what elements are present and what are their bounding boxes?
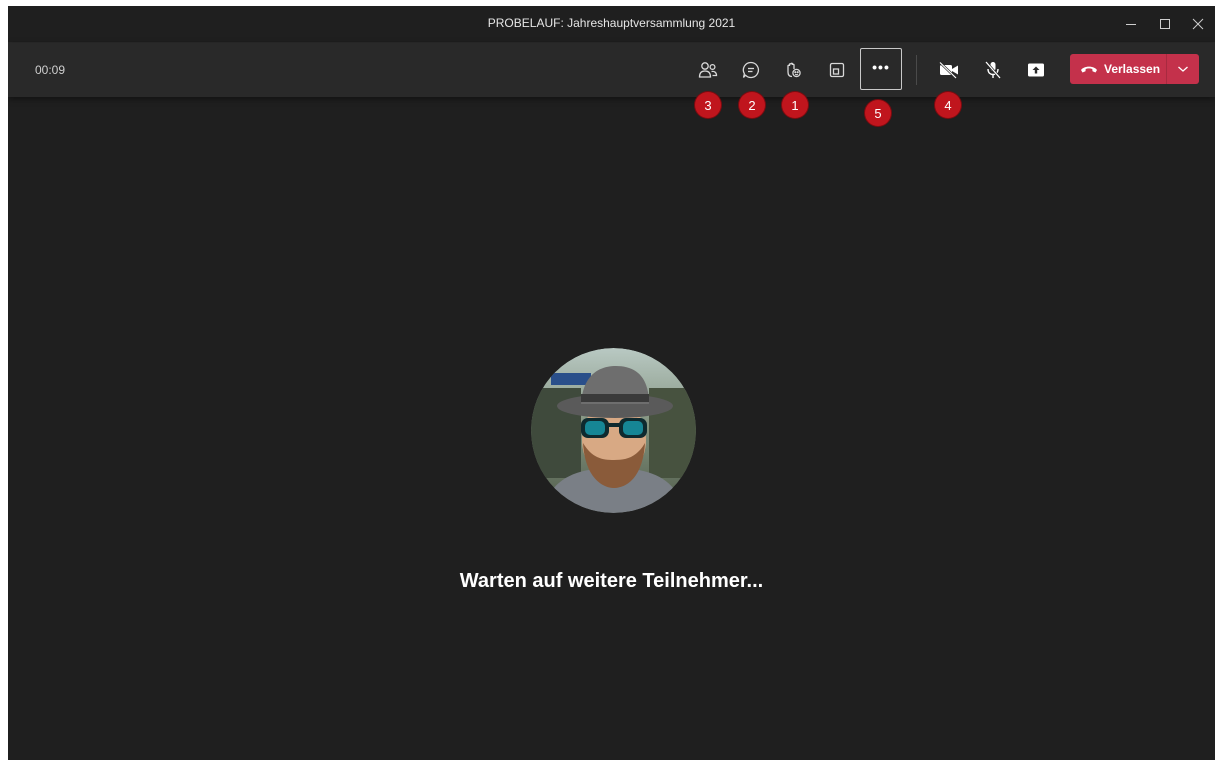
- marker-raise-hand: 1: [782, 92, 808, 118]
- camera-off-icon: [939, 61, 958, 79]
- leave-label: Verlassen: [1104, 62, 1161, 76]
- breakout-rooms-icon: [829, 62, 845, 78]
- call-timer: 00:09: [35, 63, 66, 77]
- marker-chat: 2: [739, 92, 765, 118]
- hand-reaction-icon: [787, 62, 801, 78]
- participants-button[interactable]: [688, 51, 728, 89]
- title-bar: PROBELAUF: Jahreshauptversammlung 2021: [8, 6, 1215, 43]
- more-actions-button[interactable]: •••: [860, 48, 902, 90]
- minimize-icon: [1126, 24, 1136, 25]
- maximize-icon: [1160, 19, 1170, 29]
- mic-off-icon: [985, 61, 1001, 79]
- maximize-button[interactable]: [1148, 6, 1182, 42]
- minimize-button[interactable]: [1114, 6, 1148, 42]
- leave-button[interactable]: Verlassen: [1070, 54, 1199, 84]
- raise-hand-button[interactable]: [773, 51, 813, 89]
- close-button[interactable]: [1181, 6, 1215, 42]
- leave-main-button[interactable]: Verlassen: [1070, 54, 1166, 84]
- marker-more: 5: [865, 100, 891, 126]
- marker-camera: 4: [935, 92, 961, 118]
- camera-button[interactable]: [929, 51, 969, 89]
- waiting-message: Warten auf weitere Teilnehmer...: [459, 570, 764, 592]
- window-title: PROBELAUF: Jahreshauptversammlung 2021: [487, 16, 736, 30]
- chevron-down-icon: [1178, 66, 1188, 72]
- toolbar-divider: [916, 55, 917, 85]
- chat-bubble-icon: [742, 61, 760, 79]
- leave-dropdown-button[interactable]: [1167, 65, 1199, 73]
- share-button[interactable]: [1016, 51, 1056, 89]
- meeting-toolbar: 00:09 ••• Verlassen: [8, 43, 1215, 97]
- people-icon: [698, 62, 718, 78]
- chat-button[interactable]: [731, 51, 771, 89]
- rooms-button[interactable]: [817, 51, 857, 89]
- participant-avatar: [531, 348, 696, 513]
- hang-up-phone-icon: [1081, 66, 1097, 73]
- close-icon: [1192, 18, 1204, 30]
- marker-participants: 3: [695, 92, 721, 118]
- more-dots-icon: •••: [872, 58, 890, 75]
- share-tray-icon: [1028, 63, 1044, 77]
- microphone-button[interactable]: [973, 51, 1013, 89]
- meeting-window: PROBELAUF: Jahreshauptversammlung 2021 0…: [8, 6, 1215, 760]
